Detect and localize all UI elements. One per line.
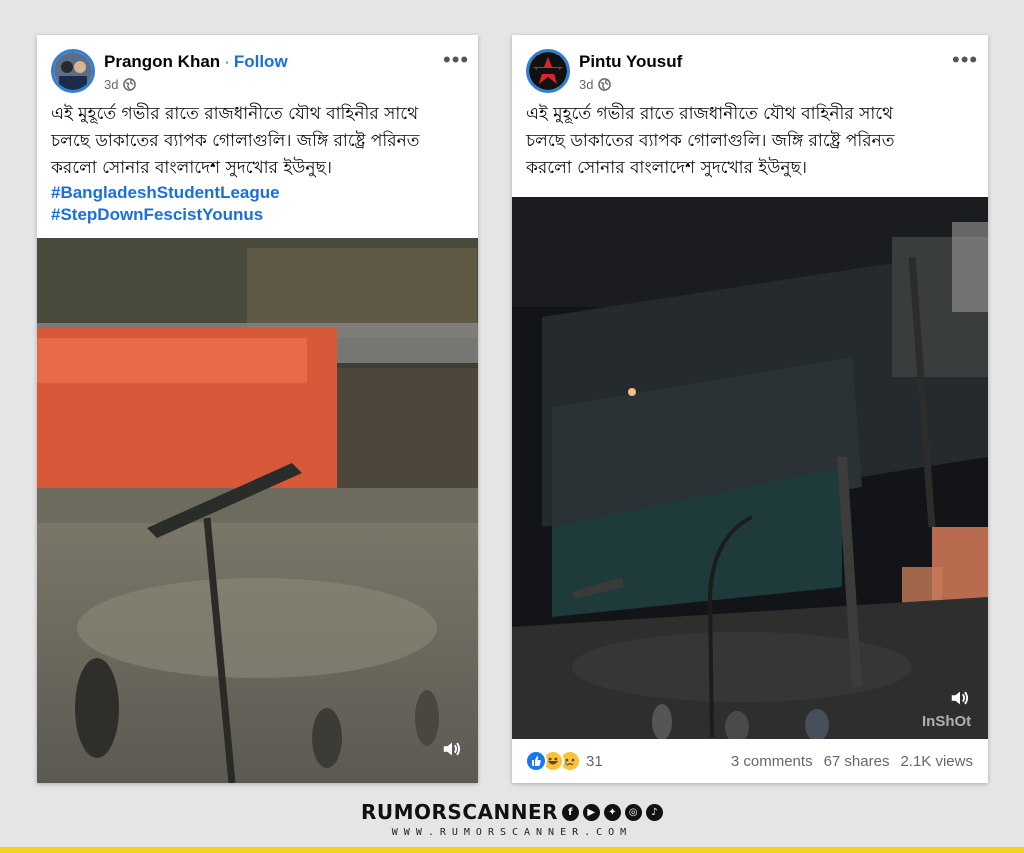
separator-dot: · [224,52,230,71]
video-player[interactable]: InShOt [512,197,988,739]
post-time[interactable]: 3d [579,77,593,92]
twitter-icon: ✦ [604,803,622,821]
post-text: এই মুহূর্তে গভীর রাতে রাজধানীতে যৌথ বাহি… [526,101,895,182]
engagement-stats: 3 comments 67 shares 2.1K views [731,753,973,770]
hashtag-link[interactable]: #BangladeshStudentLeague [51,182,420,204]
youtube-icon: ▶ [583,803,601,821]
post-meta: 3d [104,77,137,92]
avatar[interactable] [51,49,95,93]
brand-url: WWW.RUMORSCANNER.COM [391,827,633,838]
video-frame [37,238,478,783]
brand-name: RUMORSCANNER [360,800,559,824]
volume-icon[interactable] [949,687,971,709]
avatar[interactable] [526,49,570,93]
author-line: Prangon Khan · Follow [104,52,288,72]
brand-footer: RUMORSCANNER f ▶ ✦ ◎ ♪ WWW.RUMORSCANNER.… [0,800,1024,838]
volume-icon[interactable] [441,738,463,760]
post-card-prangon: Prangon Khan · Follow 3d ••• এই মুহূর্তে গ… [37,35,478,783]
post-text-line: এই মুহূর্তে গভীর রাতে রাজধানীতে যৌথ বাহি… [526,104,894,124]
views-count: 2.1K views [900,752,973,770]
reactions[interactable]: 31 [525,750,603,772]
post-meta: 3d [579,77,612,92]
more-icon[interactable]: ••• [952,47,978,73]
post-text-line: করলো সোনার বাংলাদেশ সুদখোর ইউনুছ। [526,158,807,178]
brand-logo: RUMORSCANNER f ▶ ✦ ◎ ♪ [360,800,664,824]
globe-icon [598,78,612,91]
like-icon [525,750,547,772]
author-name[interactable]: Prangon Khan [104,52,220,71]
post-card-pintu: Pintu Yousuf 3d ••• এই মুহূর্তে গভীর রাত… [512,35,988,783]
post-text-line: চলছে ডাকাতের ব্যাপক গোলাগুলি। জঙ্গি রাষ্… [526,131,895,151]
follow-button[interactable]: Follow [234,52,288,71]
more-icon[interactable]: ••• [443,47,469,73]
shares-count[interactable]: 67 shares [824,753,890,770]
tiktok-icon: ♪ [646,803,664,821]
post-text-line: চলছে ডাকাতের ব্যাপক গোলাগুলি। জঙ্গি রাষ্… [51,131,420,151]
reaction-count: 31 [586,752,603,770]
post-time[interactable]: 3d [104,77,118,92]
post-stats-bar: 31 3 comments 67 shares 2.1K views [512,739,988,783]
post-text: এই মুহূর্তে গভীর রাতে রাজধানীতে যৌথ বাহি… [51,101,420,226]
video-frame [512,197,988,739]
inshot-watermark: InShOt [922,713,972,730]
comments-count[interactable]: 3 comments [731,753,813,770]
post-text-line: এই মুহূর্তে গভীর রাতে রাজধানীতে যৌথ বাহি… [51,104,419,124]
globe-icon [123,78,137,91]
video-player[interactable] [37,238,478,783]
author-name[interactable]: Pintu Yousuf [579,52,682,72]
facebook-icon: f [562,803,580,821]
accent-bar [0,847,1024,853]
post-text-line: করলো সোনার বাংলাদেশ সুদখোর ইউনুছ। [51,158,332,178]
instagram-icon: ◎ [625,803,643,821]
hashtag-link[interactable]: #StepDownFescistYounus [51,204,420,226]
